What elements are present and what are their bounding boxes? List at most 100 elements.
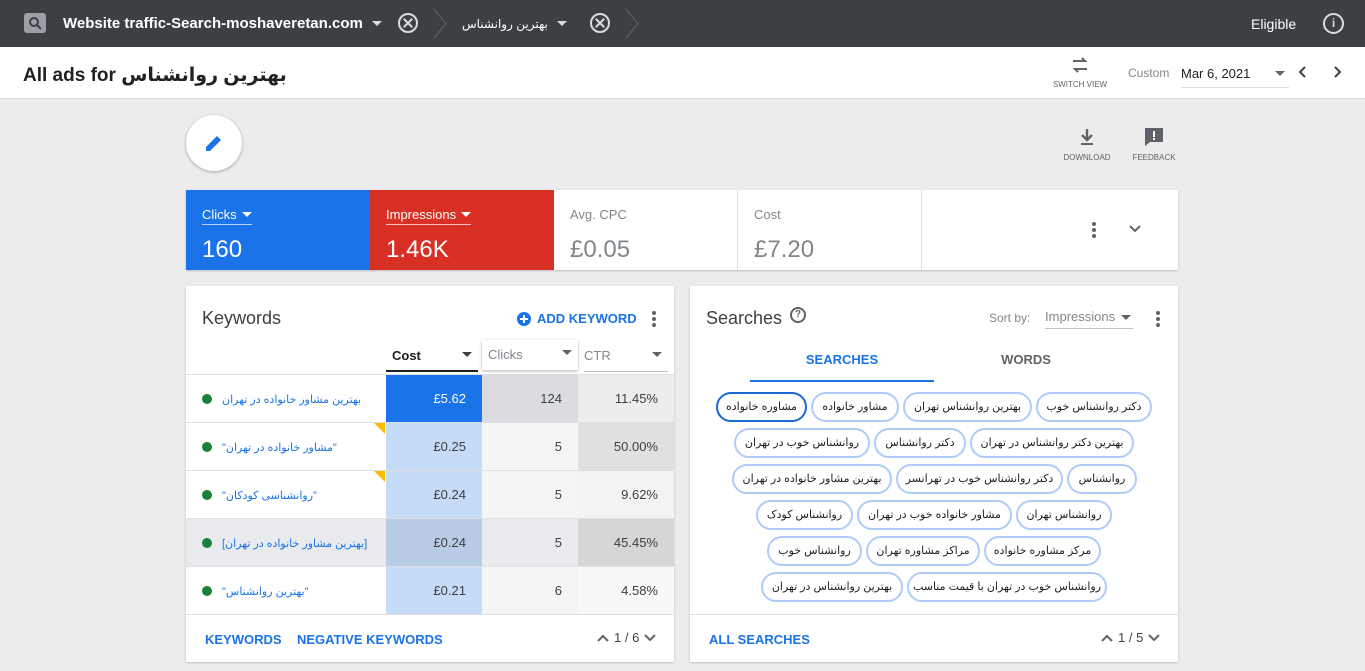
search-term-chip[interactable]: روانشناس خوب: [767, 536, 862, 566]
keyword-text[interactable]: "مشاور خانواده در تهران": [222, 441, 337, 454]
caret-down-icon: [652, 352, 662, 357]
clicks-cell: 5: [482, 519, 578, 567]
clicks-cell: 6: [482, 567, 578, 615]
chevron-down-icon[interactable]: [1128, 224, 1142, 234]
info-icon[interactable]: i: [1323, 13, 1344, 34]
table-row[interactable]: "مشاور خانواده در تهران" £0.25 5 50.00%: [186, 422, 674, 471]
keyword-text[interactable]: "روانشناسی کودکان": [222, 489, 317, 502]
chevron-up-icon[interactable]: [596, 633, 610, 643]
search-term-chip[interactable]: روانشناس خوب در تهران با قیمت مناسب: [907, 572, 1107, 602]
search-term-chip[interactable]: مرکز مشاوره خانواده: [984, 536, 1101, 566]
searches-card: Searches ? Sort by: Impressions SEARCHES…: [690, 286, 1178, 662]
search-term-chip[interactable]: روانشناس کودک: [756, 500, 853, 530]
search-term-chip[interactable]: دکتر روانشناس خوب: [1036, 392, 1152, 422]
search-term-chip[interactable]: مراکز مشاوره تهران: [866, 536, 980, 566]
search-term-chip[interactable]: دکتر روانشناس: [874, 428, 966, 458]
search-chips: دکتر روانشناس خوب بهترین روانشناس تهران …: [690, 392, 1178, 612]
table-row[interactable]: "بهترین روانشناس" £0.21 6 4.58%: [186, 566, 674, 615]
table-row[interactable]: "روانشناسی کودکان" £0.24 5 9.62%: [186, 470, 674, 519]
chevron-down-icon[interactable]: [1147, 633, 1161, 643]
metric-avg-cpc[interactable]: Avg. CPC £0.05: [554, 190, 738, 270]
chevron-up-icon[interactable]: [1100, 633, 1114, 643]
search-term-chip[interactable]: مشاور خانواده خوب در تهران: [857, 500, 1012, 530]
column-header-cost[interactable]: Cost: [386, 342, 478, 372]
keywords-link[interactable]: KEYWORDS: [205, 632, 282, 647]
status-dot-icon: [202, 538, 212, 548]
keyword-cell[interactable]: [بهترین مشاور خانواده در تهران]: [202, 519, 386, 567]
table-row[interactable]: بهترین مشاور خانواده در تهران £5.62 124 …: [186, 374, 674, 423]
keyword-text[interactable]: بهترین مشاور خانواده در تهران: [222, 393, 361, 406]
switch-view-button[interactable]: SWITCH VIEW: [1049, 55, 1111, 89]
search-term-chip[interactable]: بهترین روانشناس تهران: [903, 392, 1032, 422]
more-vert-icon[interactable]: [1092, 222, 1096, 238]
column-label: CTR: [584, 348, 611, 363]
sort-select[interactable]: Impressions: [1045, 309, 1133, 329]
keyword-text[interactable]: "بهترین روانشناس": [222, 585, 308, 598]
date-range-select[interactable]: Mar 6, 2021: [1181, 62, 1289, 88]
keywords-footer: KEYWORDS NEGATIVE KEYWORDS 1 / 6: [186, 614, 674, 662]
search-term-chip[interactable]: بهترین دکتر روانشناس در تهران: [970, 428, 1134, 458]
tab-searches[interactable]: SEARCHES: [750, 352, 934, 367]
searches-tabs: SEARCHES WORDS: [750, 346, 1174, 382]
search-term-chip[interactable]: روانشناس تهران: [1016, 500, 1112, 530]
feedback-icon: [1145, 128, 1163, 146]
search-term-chip[interactable]: مشاوره خانواده: [716, 392, 807, 422]
caret-down-icon: [462, 352, 472, 357]
status-label: Eligible: [1251, 16, 1297, 32]
search-term-chip[interactable]: بهترین مشاور خانواده در تهران: [732, 464, 892, 494]
more-vert-icon[interactable]: [652, 311, 656, 327]
search-term-chip[interactable]: روانشناس: [1067, 464, 1137, 494]
chevron-left-icon[interactable]: [1296, 65, 1310, 79]
column-header-clicks[interactable]: Clicks: [482, 340, 578, 370]
close-icon[interactable]: [590, 13, 610, 33]
search-term-chip[interactable]: بهترین روانشناس در تهران: [761, 572, 903, 602]
more-vert-icon[interactable]: [1156, 311, 1160, 327]
cost-cell: £0.21: [386, 567, 482, 615]
keyword-text[interactable]: [بهترین مشاور خانواده در تهران]: [222, 537, 367, 550]
metric-cost[interactable]: Cost £7.20: [738, 190, 922, 270]
feedback-label: FEEDBACK: [1132, 153, 1176, 162]
chevron-right-icon[interactable]: [1330, 65, 1344, 79]
table-row[interactable]: [بهترین مشاور خانواده در تهران] £0.24 5 …: [186, 518, 674, 567]
search-term-chip[interactable]: روانشناس خوب در تهران: [734, 428, 870, 458]
metric-label-text: Clicks: [202, 207, 237, 222]
column-label: Clicks: [488, 347, 523, 362]
search-term-chip[interactable]: دکتر روانشناس خوب در تهرانسر: [896, 464, 1063, 494]
column-header-ctr[interactable]: CTR: [584, 342, 668, 372]
ctr-cell: 11.45%: [578, 375, 674, 423]
metric-label[interactable]: Clicks: [202, 207, 252, 225]
cost-cell: £5.62: [386, 375, 482, 423]
keyword-cell[interactable]: بهترین مشاور خانواده در تهران: [202, 375, 386, 423]
clicks-cell: 124: [482, 375, 578, 423]
metric-clicks[interactable]: Clicks 160: [186, 190, 370, 270]
page-title: All ads for بهترین روانشناس: [23, 65, 287, 86]
add-keyword-button[interactable]: ADD KEYWORD: [517, 311, 637, 326]
page-header: All ads for بهترین روانشناس SWITCH VIEW …: [0, 47, 1365, 99]
help-icon[interactable]: ?: [790, 307, 806, 323]
adgroup-name: بهترین روانشناس: [462, 16, 548, 31]
chevron-down-icon[interactable]: [643, 633, 657, 643]
caret-down-icon: [562, 350, 572, 355]
account-name: Website traffic-Search-moshaveretan.com: [63, 15, 363, 32]
metric-impressions[interactable]: Impressions 1.46K: [370, 190, 554, 270]
adgroup-breadcrumb[interactable]: بهترین روانشناس: [462, 0, 567, 47]
close-icon[interactable]: [398, 13, 418, 33]
clicks-cell: 5: [482, 423, 578, 471]
warning-flag-icon: [374, 471, 385, 482]
negative-keywords-link[interactable]: NEGATIVE KEYWORDS: [297, 632, 443, 647]
download-button[interactable]: DOWNLOAD: [1057, 127, 1117, 162]
all-searches-link[interactable]: ALL SEARCHES: [709, 632, 810, 647]
metric-label[interactable]: Impressions: [386, 207, 472, 225]
account-breadcrumb[interactable]: Website traffic-Search-moshaveretan.com: [63, 0, 382, 47]
tab-words[interactable]: WORDS: [934, 352, 1118, 367]
feedback-button[interactable]: FEEDBACK: [1124, 127, 1184, 162]
cost-cell: £0.25: [386, 423, 482, 471]
metric-value: 160: [202, 236, 243, 263]
keyword-cell[interactable]: "مشاور خانواده در تهران": [202, 423, 386, 471]
edit-fab-button[interactable]: [186, 115, 242, 171]
searches-footer: ALL SEARCHES 1 / 5: [690, 614, 1178, 662]
keyword-cell[interactable]: "روانشناسی کودکان": [202, 471, 386, 519]
metric-label: Cost: [754, 207, 781, 222]
keyword-cell[interactable]: "بهترین روانشناس": [202, 567, 386, 615]
search-term-chip[interactable]: مشاور خانواده: [811, 392, 899, 422]
